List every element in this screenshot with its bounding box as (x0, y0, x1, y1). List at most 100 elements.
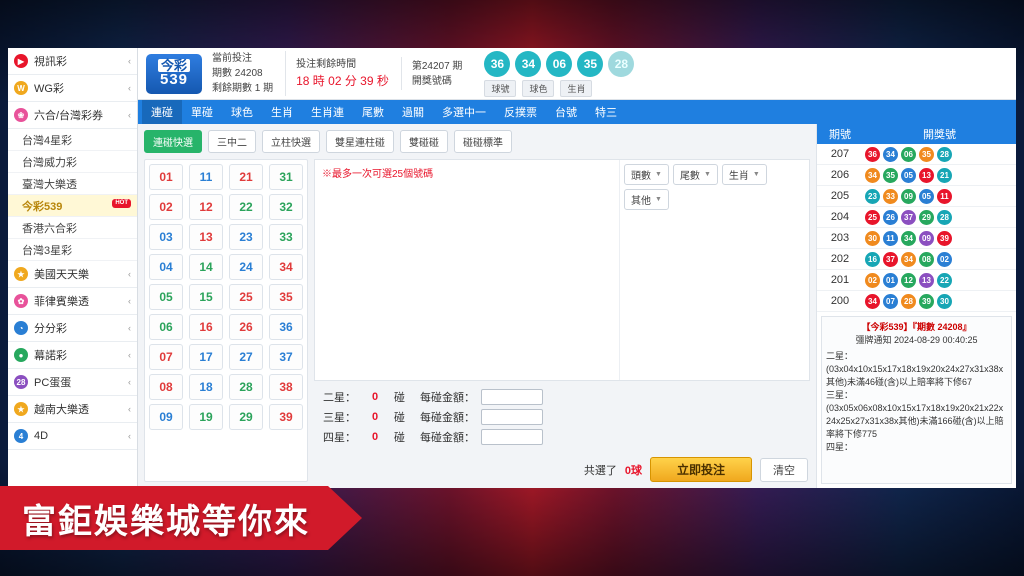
nav-tab-9[interactable]: 台號 (546, 100, 586, 124)
sidebar-item-label: 4D (34, 430, 49, 442)
quick-pick-toolbar[interactable]: 連碰快選 三中二 立柱快選 雙星連柱碰 雙碰碰 碰碰標準 (144, 130, 810, 153)
number-cell-14[interactable]: 14 (189, 254, 223, 280)
draw-tag-0[interactable]: 球號 (484, 79, 517, 97)
number-cell-06[interactable]: 06 (149, 314, 183, 340)
quickpick-5[interactable]: 碰碰標準 (454, 130, 512, 153)
quickpick-3[interactable]: 雙星連柱碰 (326, 130, 394, 153)
number-cell-19[interactable]: 19 (189, 404, 223, 430)
number-cell-04[interactable]: 04 (149, 254, 183, 280)
sidebar-item2-0[interactable]: ★ 美國天天樂 ‹ (8, 261, 137, 288)
nav-tab-7[interactable]: 多選中一 (433, 100, 495, 124)
bet-amount-input-2[interactable] (481, 429, 543, 445)
draw-tag-2[interactable]: 生肖 (560, 79, 593, 97)
number-cell-37[interactable]: 37 (269, 344, 303, 370)
content-area: 連碰快選 三中二 立柱快選 雙星連柱碰 雙碰碰 碰碰標準 01 11 21 31 02 12 22 32… (138, 124, 1016, 488)
number-cell-25[interactable]: 25 (229, 284, 263, 310)
number-cell-32[interactable]: 32 (269, 194, 303, 220)
quickpick-2[interactable]: 立柱快選 (262, 130, 320, 153)
result-ball-2: 34 (901, 251, 916, 267)
number-cell-01[interactable]: 01 (149, 164, 183, 190)
sidebar-item2-4[interactable]: 28 PC蛋蛋 ‹ (8, 369, 137, 396)
number-cell-11[interactable]: 11 (189, 164, 223, 190)
nav-tab-1[interactable]: 單碰 (182, 100, 222, 124)
number-cell-28[interactable]: 28 (229, 374, 263, 400)
number-cell-35[interactable]: 35 (269, 284, 303, 310)
bet-amount-input-0[interactable] (481, 389, 543, 405)
result-ball-2: 34 (901, 230, 916, 246)
nav-tab-3[interactable]: 生肖 (262, 100, 302, 124)
star-icon: ★ (14, 267, 28, 281)
filter-dropdown-3[interactable]: 其他 ▼ (624, 189, 669, 210)
number-cell-36[interactable]: 36 (269, 314, 303, 340)
sidebar-subitem-0[interactable]: 台灣4星彩 (8, 129, 137, 151)
play-mode-nav[interactable]: 連碰 單碰 球色 生肖 生肖連 尾數 過關 多選中一 反撲票 台號 特三 (138, 100, 1016, 124)
number-cell-12[interactable]: 12 (189, 194, 223, 220)
sidebar-item2-3[interactable]: ● 幕諾彩 ‹ (8, 342, 137, 369)
filter-dropdown-1[interactable]: 尾數 ▼ (672, 164, 718, 185)
number-cell-08[interactable]: 08 (149, 374, 183, 400)
number-cell-31[interactable]: 31 (269, 164, 303, 190)
sidebar-item2-6[interactable]: 4 4D ‹ (8, 423, 137, 450)
nav-tab-2[interactable]: 球色 (222, 100, 262, 124)
nav-tab-6[interactable]: 過關 (393, 100, 433, 124)
number-cell-07[interactable]: 07 (149, 344, 183, 370)
sidebar-item2-1[interactable]: ✿ 菲律賓樂透 ‹ (8, 288, 137, 315)
filter-dropdown-label: 頭數 (631, 171, 651, 182)
number-cell-03[interactable]: 03 (149, 224, 183, 250)
number-cell-26[interactable]: 26 (229, 314, 263, 340)
number-cell-05[interactable]: 05 (149, 284, 183, 310)
sidebar-subitem-3[interactable]: 今彩539 HOT (8, 195, 137, 217)
number-cell-34[interactable]: 34 (269, 254, 303, 280)
bet-amount-input-1[interactable] (481, 409, 543, 425)
nav-tab-0[interactable]: 連碰 (142, 100, 182, 124)
number-cell-09[interactable]: 09 (149, 404, 183, 430)
number-cell-15[interactable]: 15 (189, 284, 223, 310)
nav-tab-8[interactable]: 反撲票 (495, 100, 546, 124)
sidebar-item2-2[interactable]: ◔ 分分彩 ‹ (8, 315, 137, 342)
sidebar-subitem-5[interactable]: 台灣3星彩 (8, 239, 137, 261)
number-cell-38[interactable]: 38 (269, 374, 303, 400)
result-balls: 23 33 09 05 11 (863, 188, 1016, 204)
sidebar-subitem-1[interactable]: 台灣威力彩 (8, 151, 137, 173)
number-cell-16[interactable]: 16 (189, 314, 223, 340)
quickpick-1[interactable]: 三中二 (208, 130, 256, 153)
draw-tag-1[interactable]: 球色 (522, 79, 555, 97)
sidebar-item-2[interactable]: ❀ 六合/台灣彩券 ‹ (8, 102, 137, 129)
result-ball-1: 07 (883, 293, 898, 309)
chevron-left-icon: ‹ (128, 110, 131, 120)
number-cell-02[interactable]: 02 (149, 194, 183, 220)
bet-rows[interactable]: 二星： 0 碰每碰金額： 三星： 0 碰每碰金額： 四星： 0 碰每碰金額： (314, 385, 810, 449)
quickpick-0[interactable]: 連碰快選 (144, 130, 202, 153)
sidebar-subitem-4[interactable]: 香港六合彩 (8, 217, 137, 239)
nav-tab-4[interactable]: 生肖連 (302, 100, 353, 124)
sidebar-item-1[interactable]: W WG彩 ‹ (8, 75, 137, 102)
bet-row-0: 二星： 0 碰 每碰金額： (314, 387, 810, 407)
globe-icon: ✿ (14, 294, 28, 308)
filter-dropdowns[interactable]: 頭數 ▼ 尾數 ▼ 生肖 ▼ 其他 ▼ (619, 160, 809, 380)
sidebar-subitem-2[interactable]: 臺灣大樂透 (8, 173, 137, 195)
number-cell-22[interactable]: 22 (229, 194, 263, 220)
submit-bet-button[interactable]: 立即投注 (649, 457, 752, 482)
quickpick-4[interactable]: 雙碰碰 (400, 130, 448, 153)
clock-icon: ◔ (14, 321, 28, 335)
number-cell-29[interactable]: 29 (229, 404, 263, 430)
filter-dropdown-2[interactable]: 生肖 ▼ (721, 164, 767, 185)
number-cell-23[interactable]: 23 (229, 224, 263, 250)
result-row-7: 200 34 07 28 39 30 (817, 291, 1016, 312)
clear-button[interactable]: 清空 (760, 457, 808, 482)
sidebar-item2-5[interactable]: ★ 越南大樂透 ‹ (8, 396, 137, 423)
number-grid[interactable]: 01 11 21 31 02 12 22 32 03 13 23 33 04 14 24 34 05 15 25 35… (144, 159, 308, 482)
number-cell-17[interactable]: 17 (189, 344, 223, 370)
filter-dropdown-0[interactable]: 頭數 ▼ (624, 164, 669, 185)
number-cell-13[interactable]: 13 (189, 224, 223, 250)
number-cell-39[interactable]: 39 (269, 404, 303, 430)
number-cell-24[interactable]: 24 (229, 254, 263, 280)
number-cell-21[interactable]: 21 (229, 164, 263, 190)
nav-tab-5[interactable]: 尾數 (353, 100, 393, 124)
nav-tab-10[interactable]: 特三 (586, 100, 626, 124)
result-ball-0: 16 (865, 251, 880, 267)
number-cell-27[interactable]: 27 (229, 344, 263, 370)
number-cell-33[interactable]: 33 (269, 224, 303, 250)
number-cell-18[interactable]: 18 (189, 374, 223, 400)
sidebar-item-0[interactable]: ▶ 視訊彩 ‹ (8, 48, 137, 75)
